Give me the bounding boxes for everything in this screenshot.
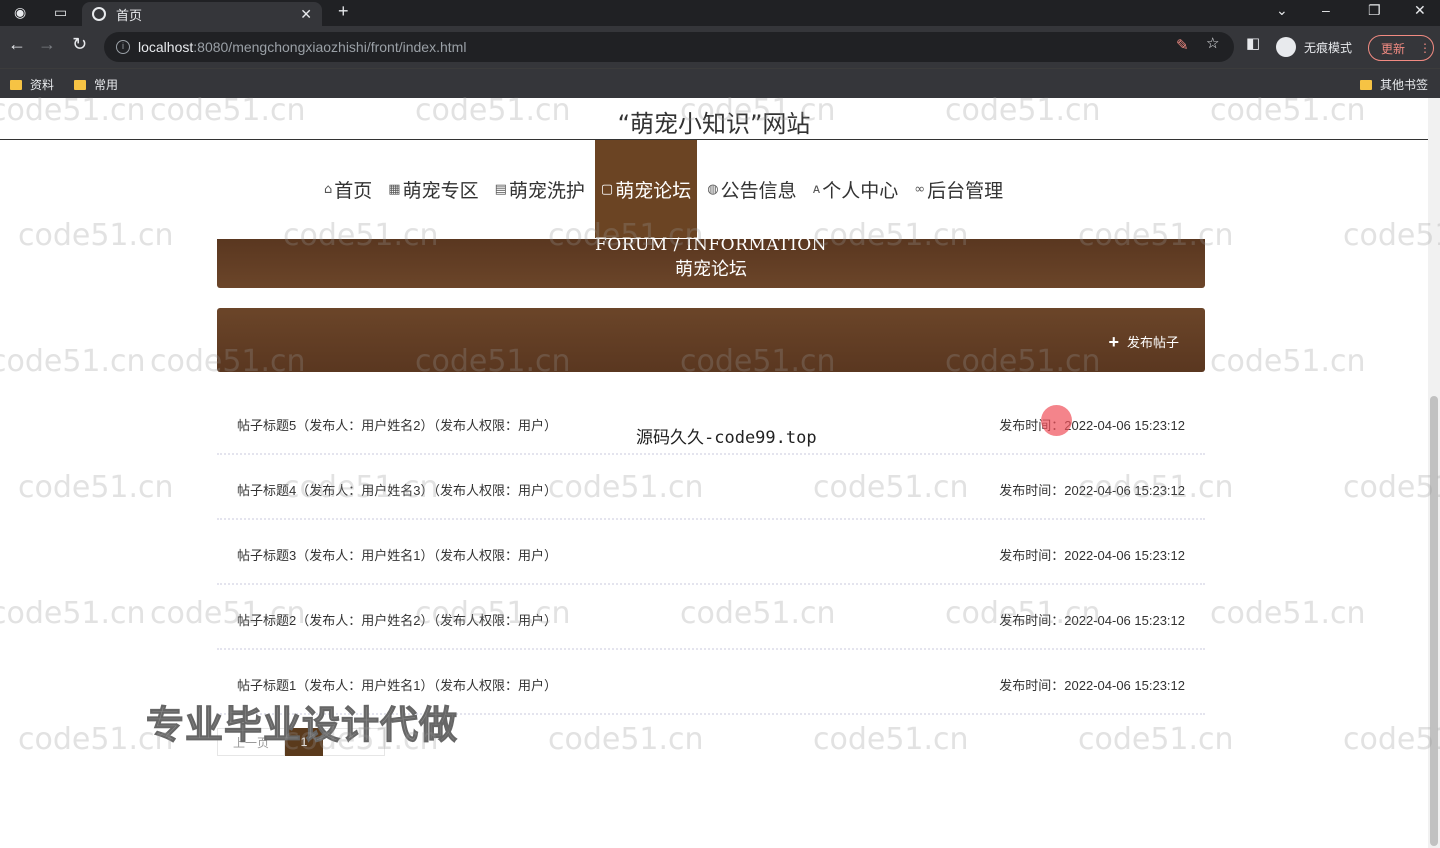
bookmark-label: 常用 [94, 78, 119, 92]
incognito-label: 无痕模式 [1304, 40, 1353, 55]
banner-title-en: FORUM / INFORMATION [594, 235, 828, 255]
new-tab-icon[interactable]: + [338, 1, 349, 22]
nav-label: 个人中心 [822, 179, 899, 202]
list-item[interactable]: 帖子标题4（发布人：用户姓名3）（发布人权限：用户） 发布时间：2022-04-… [217, 455, 1205, 520]
post-time: 发布时间：2022-04-06 15:23:12 [999, 545, 1185, 564]
post-time-label: 发布时间： [999, 548, 1065, 563]
post-time: 发布时间：2022-04-06 15:23:12 [999, 610, 1185, 629]
url-host: localhost [138, 39, 194, 55]
other-bookmarks-label: 其他书签 [1380, 78, 1429, 92]
post-time-value: 2022-04-06 15:23:12 [1064, 418, 1185, 433]
nav-label: 后台管理 [927, 179, 1004, 202]
post-time: 发布时间：2022-04-06 15:23:12 [999, 480, 1185, 499]
nav-label: 公告信息 [720, 179, 797, 202]
menu-dots-icon[interactable]: ⋮ [1419, 41, 1431, 55]
nav-label: 首页 [334, 179, 373, 202]
folder-icon [74, 79, 86, 90]
bookmarks-bar: 资料 常用 其他书签 [0, 68, 1440, 98]
window-close-icon[interactable]: ✕ [1414, 2, 1426, 19]
back-icon[interactable]: ← [8, 34, 26, 55]
click-indicator [1041, 405, 1072, 436]
post-title[interactable]: 帖子标题5（发布人：用户姓名2）（发布人权限：用户） [237, 415, 557, 434]
update-label: 更新 [1381, 41, 1406, 56]
list-item[interactable]: 帖子标题2（发布人：用户姓名2）（发布人权限：用户） 发布时间：2022-04-… [217, 585, 1205, 650]
chevron-down-icon[interactable]: ⌄ [1276, 2, 1288, 19]
nav-label: 萌宠专区 [402, 179, 479, 202]
action-bar: + 发布帖子 [217, 308, 1205, 372]
update-button[interactable]: 更新 ⋮ [1368, 35, 1434, 61]
plus-icon: + [1108, 331, 1119, 352]
post-title[interactable]: 帖子标题3（发布人：用户姓名1）（发布人权限：用户） [237, 545, 557, 564]
address-bar: ← → ↻ i localhost :8080/mengchongxiaozhi… [0, 26, 1440, 68]
publish-post-label: 发布帖子 [1126, 335, 1179, 350]
bookmark-star-icon[interactable]: ☆ [1206, 34, 1219, 52]
list-item[interactable]: 帖子标题3（发布人：用户姓名1）（发布人权限：用户） 发布时间：2022-04-… [217, 520, 1205, 585]
restore-icon[interactable]: ❐ [1368, 2, 1381, 19]
nav-label: 萌宠洗护 [508, 179, 585, 202]
scrollbar-thumb[interactable] [1430, 396, 1438, 846]
user-icon: ᴀ [812, 181, 821, 197]
post-time-value: 2022-04-06 15:23:12 [1064, 678, 1185, 693]
post-title[interactable]: 帖子标题2（发布人：用户姓名2）（发布人权限：用户） [237, 610, 557, 629]
bookmark-folder[interactable]: 常用 [74, 76, 118, 93]
url-input[interactable]: i localhost :8080/mengchongxiaozhishi/fr… [104, 32, 1234, 62]
url-path: :8080/mengchongxiaozhishi/front/index.ht… [193, 39, 467, 55]
shop-icon: ▤ [494, 181, 507, 197]
browser-tab-strip: ◉ ▭ 首页 ✕ + ⌄ – ❐ ✕ [0, 0, 1440, 26]
nav-label: 萌宠论坛 [615, 179, 692, 202]
globe-icon [92, 7, 106, 21]
reload-icon[interactable]: ↻ [72, 34, 87, 55]
minimize-icon[interactable]: – [1322, 2, 1330, 18]
post-time: 发布时间：2022-04-06 15:23:12 [999, 675, 1185, 694]
post-time-label: 发布时间： [999, 483, 1065, 498]
nav-item-home[interactable]: ⌂ 首页 [318, 140, 378, 238]
post-time-label: 发布时间： [999, 678, 1065, 693]
nav-item-admin[interactable]: ∞ 后台管理 [908, 140, 1009, 238]
document-icon: ▢ [600, 181, 614, 197]
overlay-ad-text: 专业毕业设计代做 [145, 703, 459, 748]
post-time-value: 2022-04-06 15:23:12 [1064, 483, 1185, 498]
info-icon[interactable]: i [116, 40, 130, 54]
nav-item-announcements[interactable]: ◍ 公告信息 [701, 140, 802, 238]
incognito-indicator[interactable]: 无痕模式 [1276, 33, 1352, 61]
section-banner: FORUM / INFORMATION 萌宠论坛 [217, 235, 1205, 288]
post-time: 发布时间：2022-04-06 15:23:12 [999, 415, 1185, 434]
nav-item-pet-care[interactable]: ▤ 萌宠洗护 [489, 140, 591, 238]
tab-title: 首页 [116, 7, 143, 23]
post-title[interactable]: 帖子标题4（发布人：用户姓名3）（发布人权限：用户） [237, 480, 557, 499]
main-nav: ⌂ 首页 ▦ 萌宠专区 ▤ 萌宠洗护 ▢ 萌宠论坛 ◍ 公告信息 ᴀ 个人中心 … [318, 140, 1013, 238]
folder-icon [10, 79, 22, 90]
post-title[interactable]: 帖子标题1（发布人：用户姓名1）（发布人权限：用户） [237, 675, 557, 694]
nav-item-forum[interactable]: ▢ 萌宠论坛 [594, 140, 698, 238]
bookmark-folder[interactable]: 资料 [10, 76, 54, 93]
globe-icon: ◍ [707, 181, 719, 197]
sidepanel-icon[interactable]: ◧ [1246, 34, 1260, 52]
incognito-icon [1276, 37, 1296, 57]
grid-icon: ▦ [388, 181, 401, 197]
nav-item-user-center[interactable]: ᴀ 个人中心 [807, 140, 905, 238]
link-icon: ∞ [914, 181, 926, 197]
scrollbar[interactable] [1428, 98, 1440, 848]
bookmark-label: 资料 [30, 78, 55, 92]
other-bookmarks[interactable]: 其他书签 [1360, 76, 1428, 93]
overlay-source-text: 源码久久-code99.top [636, 428, 817, 448]
site-title: “萌宠小知识”网站 [617, 110, 811, 138]
tab-search-icon[interactable]: ▭ [54, 4, 67, 21]
folder-icon [1360, 79, 1372, 90]
home-icon: ⌂ [324, 181, 333, 197]
blocked-popup-icon[interactable]: ✎ [1176, 36, 1189, 54]
web-page: “萌宠小知识”网站 ⌂ 首页 ▦ 萌宠专区 ▤ 萌宠洗护 ▢ 萌宠论坛 ◍ 公告… [0, 98, 1440, 848]
post-time-value: 2022-04-06 15:23:12 [1064, 613, 1185, 628]
forward-icon[interactable]: → [38, 34, 56, 55]
nav-item-pet-zone[interactable]: ▦ 萌宠专区 [382, 140, 484, 238]
browser-tab[interactable]: 首页 ✕ [82, 2, 322, 26]
banner-title-cn: 萌宠论坛 [675, 259, 747, 280]
publish-post-button[interactable]: + 发布帖子 [1108, 332, 1179, 351]
post-time-label: 发布时间： [999, 613, 1065, 628]
browser-app-icon[interactable]: ◉ [14, 4, 26, 21]
close-icon[interactable]: ✕ [300, 6, 312, 23]
post-time-value: 2022-04-06 15:23:12 [1064, 548, 1185, 563]
